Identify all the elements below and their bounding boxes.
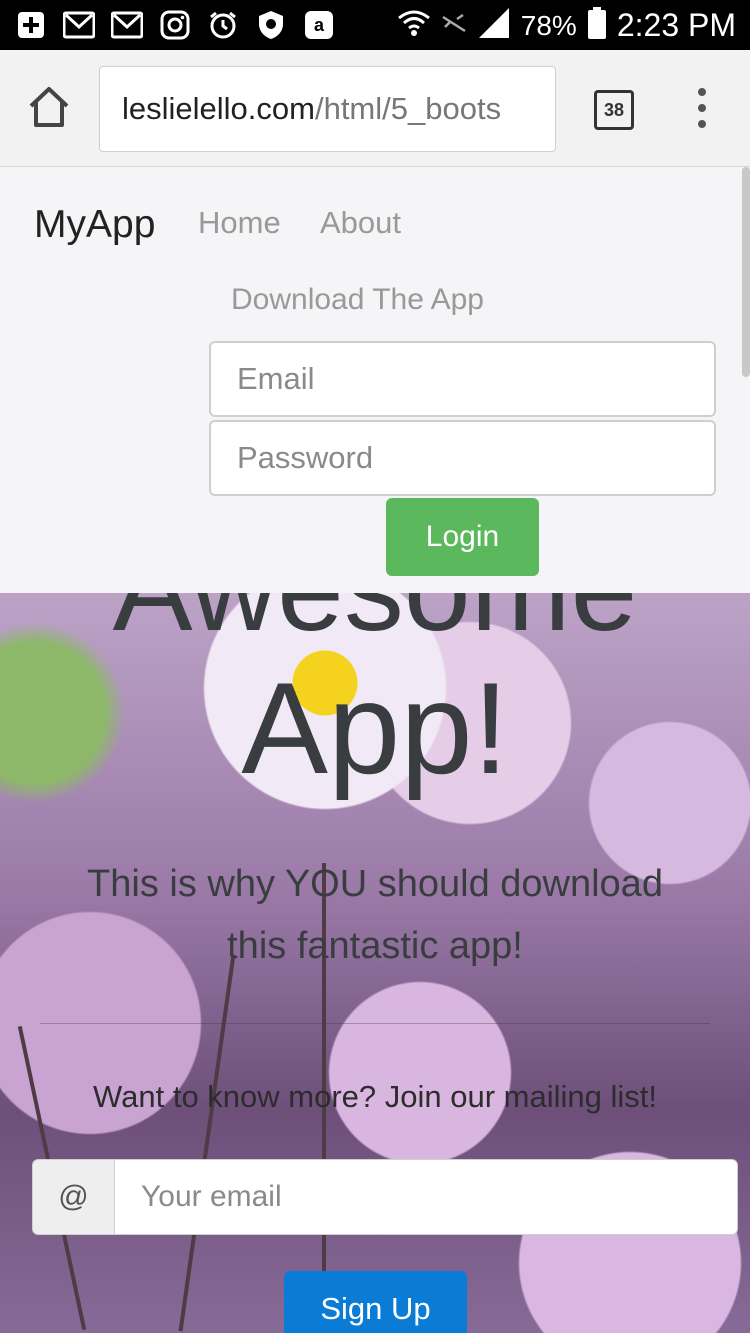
status-bar: a 78% 2:23 PM bbox=[0, 0, 750, 50]
browser-toolbar: leslielello.com/html/5_boots 38 bbox=[0, 50, 750, 167]
notification-icons: a bbox=[14, 8, 336, 42]
instagram-icon bbox=[158, 8, 192, 42]
hero-title-line2: App! bbox=[241, 655, 509, 801]
sign-up-button[interactable]: Sign Up bbox=[284, 1271, 467, 1333]
gmail-icon bbox=[110, 8, 144, 42]
login-email-field[interactable] bbox=[209, 341, 716, 417]
clock: 2:23 PM bbox=[616, 7, 736, 43]
wifi-icon bbox=[397, 7, 431, 44]
newsletter-input-group: @ bbox=[32, 1159, 738, 1235]
nav-home-link[interactable]: Home bbox=[198, 205, 281, 241]
scrollbar[interactable] bbox=[742, 167, 750, 377]
address-bar[interactable]: leslielello.com/html/5_boots bbox=[99, 66, 556, 152]
shield-icon bbox=[254, 8, 288, 42]
login-button[interactable]: Login bbox=[386, 498, 539, 576]
svg-text:a: a bbox=[314, 15, 325, 35]
amazon-icon: a bbox=[302, 8, 336, 42]
divider bbox=[40, 1023, 710, 1024]
at-symbol-addon: @ bbox=[32, 1159, 115, 1235]
brand-logo[interactable]: MyApp bbox=[34, 203, 155, 247]
battery-icon bbox=[587, 6, 607, 45]
status-indicators: 78% 2:23 PM bbox=[397, 6, 736, 45]
tab-switcher-button[interactable]: 38 bbox=[594, 90, 634, 130]
battery-percent: 78% bbox=[520, 9, 577, 41]
no-sync-icon bbox=[441, 13, 467, 38]
signal-icon bbox=[477, 6, 511, 45]
navbar: MyApp Home About Download The App Login bbox=[0, 167, 750, 593]
nav-download-link[interactable]: Download The App bbox=[231, 283, 484, 317]
url-path: /html/5_boots bbox=[314, 91, 502, 126]
home-icon[interactable] bbox=[26, 84, 72, 130]
hero-tagline: This is why YOU should download this fan… bbox=[87, 863, 663, 967]
newsletter-email-input[interactable] bbox=[115, 1159, 738, 1235]
nav-about-link[interactable]: About bbox=[320, 205, 401, 241]
url-domain: leslielello.com bbox=[122, 91, 315, 126]
tab-count: 38 bbox=[603, 99, 625, 120]
web-page: Awesome App! This is why YOU should down… bbox=[0, 167, 750, 1333]
alarm-icon bbox=[206, 8, 240, 42]
overflow-menu-icon[interactable] bbox=[694, 88, 710, 128]
mailing-list-prompt: Want to know more? Join our mailing list… bbox=[93, 1079, 657, 1114]
url-text: leslielello.com/html/5_boots bbox=[122, 91, 501, 127]
login-password-field[interactable] bbox=[209, 420, 716, 496]
plus-icon bbox=[14, 8, 48, 42]
gmail-icon bbox=[62, 8, 96, 42]
